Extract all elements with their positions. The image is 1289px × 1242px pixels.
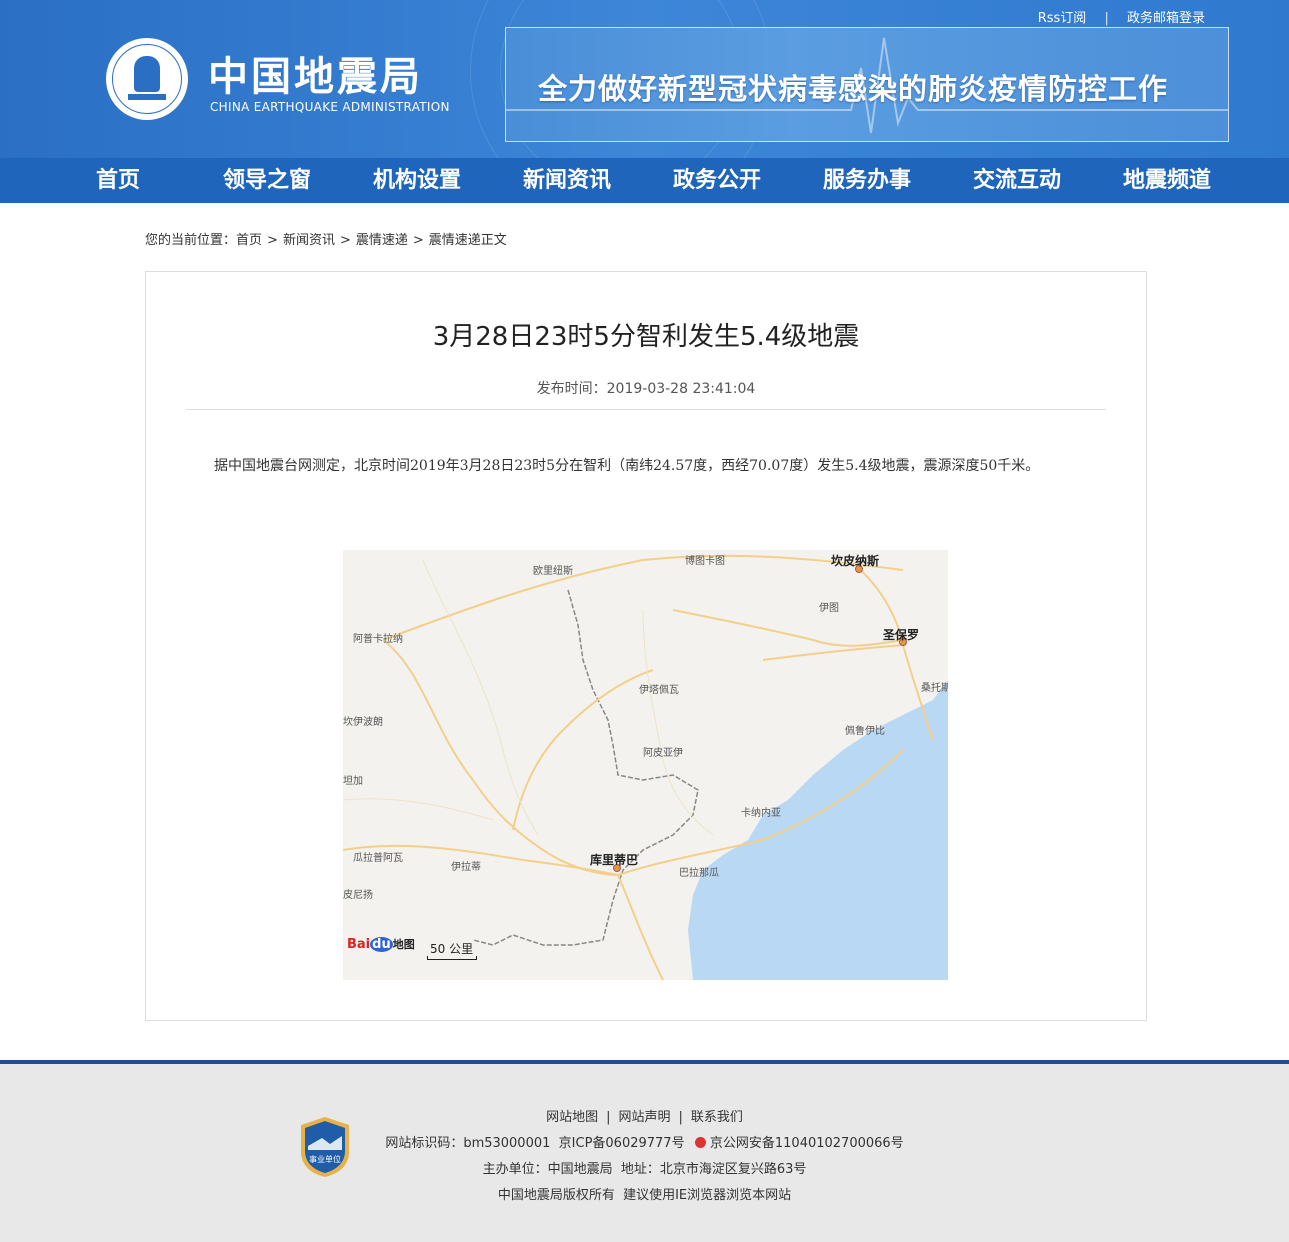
nav-item-earthquake-channel[interactable]: 地震频道 xyxy=(1123,158,1211,203)
footer-registration: 网站标识码：bm53000001 京ICP备06029777号 京公网安备110… xyxy=(0,1132,1289,1151)
breadcrumb-prefix: 您的当前位置： xyxy=(145,233,237,248)
baidu-logo-part: Bai xyxy=(347,937,371,952)
breadcrumb-news[interactable]: 新闻资讯 xyxy=(283,233,335,248)
epicenter-map[interactable]: 坎皮纳斯 圣保罗 库里蒂巴 欧里纽斯 博图卡图 阿普卡拉纳 伊图 伊塔佩瓦 桑托… xyxy=(343,550,948,980)
site-header: Rss订阅 | 政务邮箱登录 中国地震局 CHINA EARTHQUAKE AD… xyxy=(0,0,1289,158)
separator: | xyxy=(1104,11,1109,26)
map-label: 伊塔佩瓦 xyxy=(639,685,679,696)
site-footer: 事业单位 网站地图 | 网站声明 | 联系我们 网站标识码：bm53000001 京IC… xyxy=(0,1060,1289,1242)
footer-copyright: 中国地震局版权所有 建议使用IE浏览器浏览本网站 xyxy=(497,1188,792,1203)
map-label: 瓜拉普阿瓦 xyxy=(353,853,403,864)
map-label: 坦加 xyxy=(343,776,363,787)
footer-link-sitemap[interactable]: 网站地图 xyxy=(546,1110,598,1125)
breadcrumb: 您的当前位置：首页 > 新闻资讯 > 震情速递 > 震情速递正文 xyxy=(145,229,507,248)
nav-item-leadership[interactable]: 领导之窗 xyxy=(223,158,311,203)
banner-text: 全力做好新型冠状病毒感染的肺炎疫情防控工作 xyxy=(538,72,1169,106)
map-label: 欧里纽斯 xyxy=(533,566,573,577)
footer-police-record[interactable]: 京公网安备11040102700066号 xyxy=(710,1136,904,1151)
cea-emblem-icon[interactable] xyxy=(106,38,188,120)
breadcrumb-separator: > xyxy=(339,233,351,248)
map-scale-bar xyxy=(427,956,477,960)
top-links: Rss订阅 | 政务邮箱登录 xyxy=(1038,7,1205,26)
map-label: 博图卡图 xyxy=(685,556,725,567)
map-label: 巴拉那瓜 xyxy=(679,868,719,879)
footer-link-contact[interactable]: 联系我们 xyxy=(691,1110,743,1125)
baidu-map-logo[interactable]: Bai du 地图 xyxy=(347,936,415,952)
nav-item-interaction[interactable]: 交流互动 xyxy=(973,158,1061,203)
map-city-curitiba: 库里蒂巴 xyxy=(590,853,639,867)
breadcrumb-home[interactable]: 首页 xyxy=(236,233,262,248)
baidu-paw-icon: du xyxy=(370,937,393,952)
footer-host: 主办单位：中国地震局 地址：北京市海淀区复兴路63号 xyxy=(482,1162,807,1177)
map-label: 阿皮亚伊 xyxy=(643,748,683,759)
map-label: 阿普卡拉纳 xyxy=(353,634,403,645)
article-title: 3月28日23时5分智利发生5.4级地震 xyxy=(432,322,860,352)
map-label: 桑托斯 xyxy=(921,683,948,694)
map-label: 皮尼扬 xyxy=(343,890,373,901)
logo-subtitle: CHINA EARTHQUAKE ADMINISTRATION xyxy=(210,100,450,114)
footer-link-statement[interactable]: 网站声明 xyxy=(618,1110,670,1125)
article-body: 据中国地震台网测定，北京时间2019年3月28日23时5分在智利（南纬24.57… xyxy=(214,458,1040,474)
nav-item-organization[interactable]: 机构设置 xyxy=(373,158,461,203)
footer-links: 网站地图 | 网站声明 | 联系我们 xyxy=(546,1110,743,1125)
map-label: 佩鲁伊比 xyxy=(845,726,885,737)
map-city-campinas: 坎皮纳斯 xyxy=(831,554,880,568)
article-box: 3月28日23时5分智利发生5.4级地震 发布时间：2019-03-28 23:… xyxy=(145,271,1147,1021)
map-scale-label: 50 公里 xyxy=(430,942,474,956)
nav-item-news[interactable]: 新闻资讯 xyxy=(523,158,611,203)
nav-item-services[interactable]: 服务办事 xyxy=(823,158,911,203)
breadcrumb-separator: > xyxy=(267,233,278,248)
nav-item-home[interactable]: 首页 xyxy=(96,158,140,203)
map-graphic xyxy=(343,554,948,980)
main-nav: 首页 领导之窗 机构设置 新闻资讯 政务公开 服务办事 交流互动 地震频道 xyxy=(0,158,1289,203)
map-label: 卡纳内亚 xyxy=(741,808,781,819)
breadcrumb-quake-express[interactable]: 震情速递 xyxy=(356,233,408,248)
divider xyxy=(186,409,1106,410)
footer-icp: 网站标识码：bm53000001 京ICP备06029777号 xyxy=(385,1136,685,1151)
email-login-link[interactable]: 政务邮箱登录 xyxy=(1127,11,1205,26)
nav-item-government-affairs[interactable]: 政务公开 xyxy=(673,158,761,203)
banner[interactable]: 全力做好新型冠状病毒感染的肺炎疫情防控工作 xyxy=(505,27,1229,142)
rss-link[interactable]: Rss订阅 xyxy=(1038,11,1087,26)
breadcrumb-current[interactable]: 震情速递正文 xyxy=(429,233,507,248)
publish-time: 发布时间：2019-03-28 23:41:04 xyxy=(536,381,756,397)
police-badge-icon xyxy=(694,1137,706,1148)
logo-title[interactable]: 中国地震局 xyxy=(208,44,423,102)
baidu-logo-part: 地图 xyxy=(392,938,415,951)
map-label: 伊拉蒂 xyxy=(451,862,481,873)
map-label: 伊图 xyxy=(819,603,839,614)
map-city-sao-paulo: 圣保罗 xyxy=(883,628,920,642)
breadcrumb-separator: > xyxy=(412,233,424,248)
map-label: 坎伊波朗 xyxy=(343,717,383,728)
